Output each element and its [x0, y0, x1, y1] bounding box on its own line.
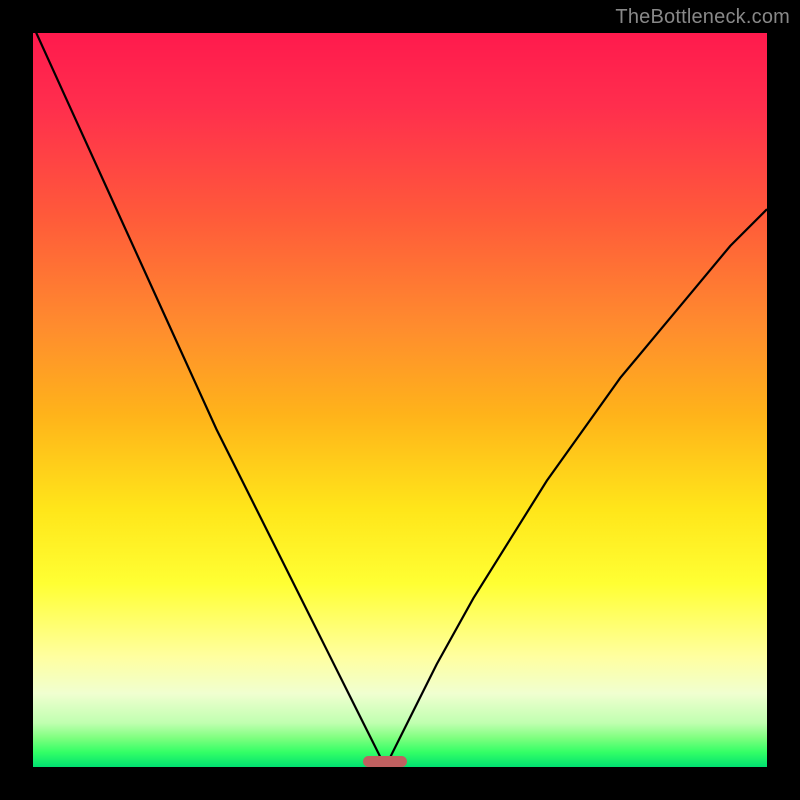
minimum-marker — [363, 756, 407, 767]
watermark-text: TheBottleneck.com — [615, 6, 790, 29]
chart-frame: TheBottleneck.com — [0, 0, 800, 800]
bottleneck-curve-left — [33, 33, 385, 767]
bottleneck-curve-right — [385, 209, 767, 767]
plot-area — [33, 33, 767, 767]
curve-layer — [33, 33, 767, 767]
